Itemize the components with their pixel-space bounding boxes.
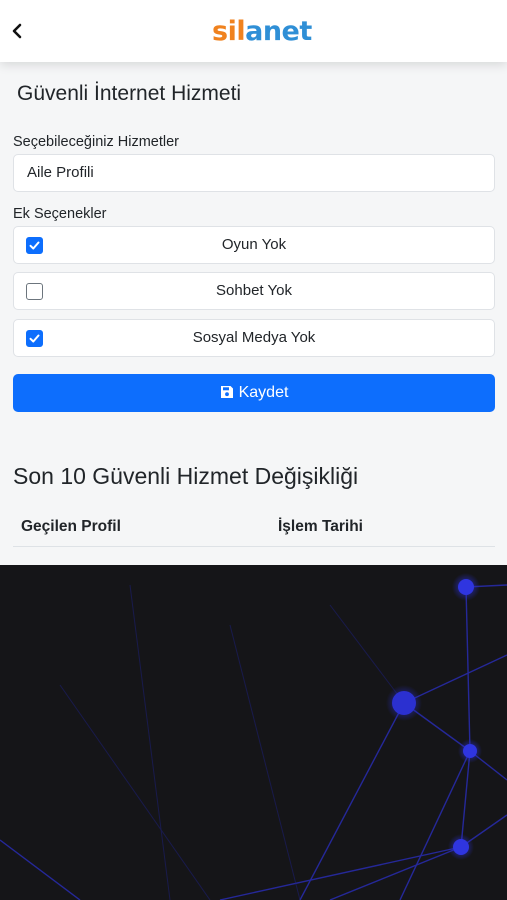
save-button[interactable]: Kaydet [13, 374, 495, 412]
floppy-disk-icon [220, 376, 234, 414]
service-select[interactable]: Aile Profili [13, 154, 495, 192]
option-label: Sohbet Yok [216, 282, 292, 299]
logo-text-part1: sil [212, 16, 246, 47]
brand-logo: silanet [212, 12, 312, 52]
column-header-date: İşlem Tarihi [278, 518, 363, 535]
network-background [0, 565, 507, 900]
option-label: Oyun Yok [221, 236, 287, 253]
main-content: Güvenli İnternet Hizmeti Seçebileceğiniz… [0, 62, 507, 565]
app-header: silanet [0, 0, 507, 62]
column-header-profile: Geçilen Profil [21, 518, 121, 535]
option-row-sosyal-medya-yok[interactable]: Sosyal Medya Yok [13, 319, 495, 357]
chevron-left-icon [12, 23, 22, 39]
table-divider [13, 546, 495, 547]
option-row-sohbet-yok[interactable]: Sohbet Yok [13, 272, 495, 310]
back-button[interactable] [8, 18, 28, 44]
save-button-label: Kaydet [238, 384, 289, 401]
option-label: Sosyal Medya Yok [192, 329, 316, 346]
extras-label: Ek Seçenekler [13, 206, 107, 222]
option-row-oyun-yok[interactable]: Oyun Yok [13, 226, 495, 264]
page-title: Güvenli İnternet Hizmeti [17, 82, 242, 105]
network-graphic [0, 573, 507, 900]
logo-text-part2: anet [245, 16, 312, 47]
services-label: Seçebileceğiniz Hizmetler [13, 134, 180, 150]
history-title: Son 10 Güvenli Hizmet Değişikliği [13, 463, 359, 489]
